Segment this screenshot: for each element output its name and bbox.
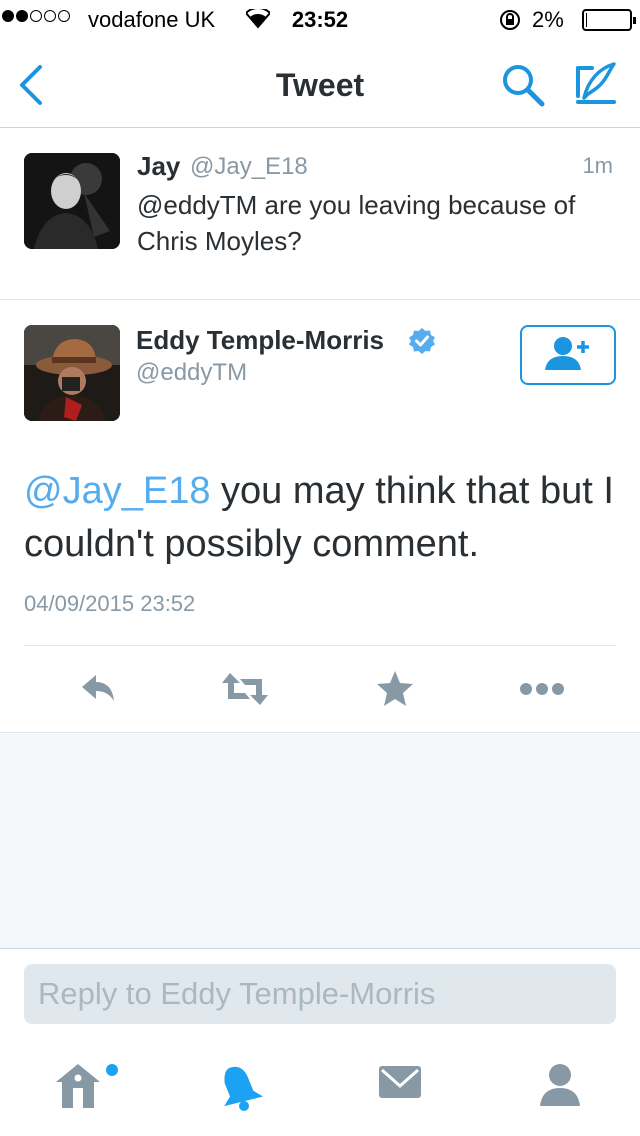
reply-icon[interactable] bbox=[78, 669, 118, 714]
nav-bar: Tweet bbox=[0, 40, 640, 128]
retweet-icon[interactable] bbox=[220, 669, 270, 714]
more-dots-icon[interactable] bbox=[518, 669, 566, 714]
notifications-bell-icon[interactable] bbox=[214, 1062, 264, 1117]
search-icon[interactable] bbox=[500, 62, 546, 113]
mention-link[interactable]: @Jay_E18 bbox=[24, 470, 210, 512]
status-bar: vodafone UK 23:52 2% bbox=[0, 0, 640, 40]
compose-quill-icon[interactable] bbox=[574, 60, 618, 111]
verified-badge-icon bbox=[408, 327, 436, 360]
divider bbox=[24, 645, 616, 646]
follow-button[interactable] bbox=[520, 325, 616, 385]
author-handle[interactable]: @eddyTM bbox=[136, 359, 247, 387]
author-handle[interactable]: @Jay_E18 bbox=[190, 153, 308, 181]
favorite-star-icon[interactable] bbox=[375, 669, 415, 714]
reply-input[interactable]: Reply to Eddy Temple-Morris bbox=[24, 964, 616, 1024]
avatar[interactable] bbox=[24, 325, 120, 421]
profile-icon[interactable] bbox=[538, 1062, 582, 1113]
rotation-lock-icon bbox=[498, 9, 522, 37]
add-user-icon bbox=[543, 335, 593, 376]
battery-icon bbox=[582, 9, 636, 31]
home-icon[interactable] bbox=[54, 1062, 110, 1115]
author-name[interactable]: Eddy Temple-Morris bbox=[136, 325, 384, 356]
tweet-time: 1m bbox=[582, 153, 613, 178]
tweet-timestamp: 04/09/2015 23:52 bbox=[24, 591, 196, 616]
main-tweet: Eddy Temple-Morris @eddyTM @Jay_E18 you … bbox=[0, 301, 640, 733]
author-name[interactable]: Jay bbox=[137, 151, 180, 182]
conversation-empty-area bbox=[0, 734, 640, 949]
avatar[interactable] bbox=[24, 153, 120, 249]
new-content-dot bbox=[106, 1064, 118, 1076]
tweet-text: @eddyTM are you leaving because of Chris… bbox=[137, 190, 576, 256]
messages-icon[interactable] bbox=[378, 1062, 422, 1107]
battery-percent: 2% bbox=[532, 7, 564, 32]
parent-tweet[interactable]: Jay @Jay_E18 1m @eddyTM are you leaving … bbox=[0, 129, 640, 300]
tweet-text: @Jay_E18 you may think that but I couldn… bbox=[24, 465, 624, 571]
